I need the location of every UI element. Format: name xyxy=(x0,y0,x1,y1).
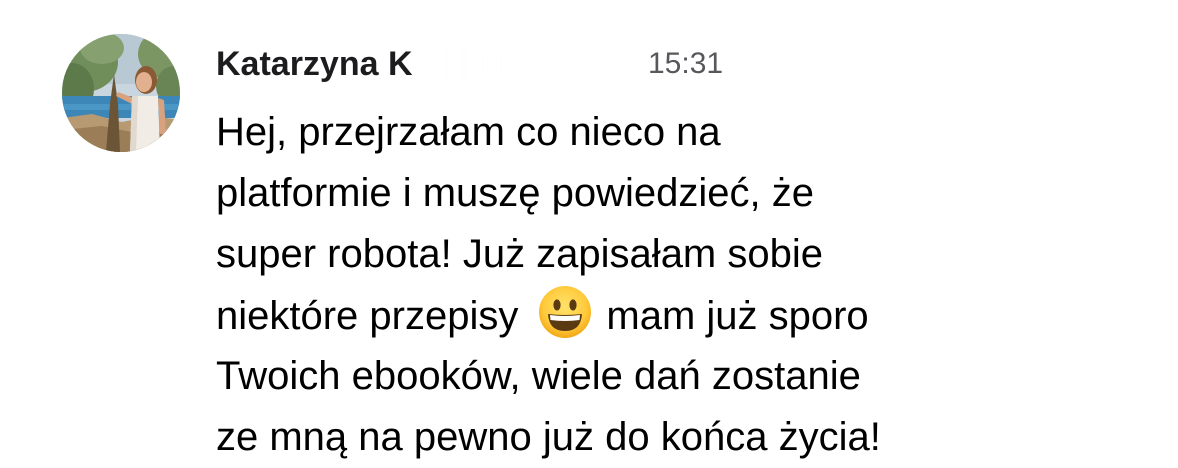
grinning-face-icon xyxy=(538,285,592,339)
avatar-photo xyxy=(62,34,180,152)
message-text-after-emoji: mam już sporo xyxy=(606,294,869,338)
message-line: Twoich ebooków, wiele dań zostanie xyxy=(216,354,861,398)
sender-name[interactable]: Katarzyna K xyxy=(216,40,413,88)
message-timestamp: 15:31 xyxy=(648,47,724,80)
message-body: Hej, przejrzałam co nieco na platformie … xyxy=(216,102,1156,468)
avatar[interactable] xyxy=(62,34,180,152)
message-line-with-emoji: niektóre przepisy mam już sporo xyxy=(216,285,1156,346)
message-line: super robota! Już zapisałam sobie xyxy=(216,232,823,276)
message-line: platformie i muszę powiedzieć, że xyxy=(216,171,815,215)
message-line: ze mną na pewno już do końca życia! xyxy=(216,415,881,459)
name-redaction xyxy=(436,46,626,82)
chat-message: Katarzyna K 15:31 Hej, przejrzałam co ni… xyxy=(0,0,1178,465)
message-line: Hej, przejrzałam co nieco na xyxy=(216,110,721,154)
message-text-before-emoji: niektóre przepisy xyxy=(216,294,519,338)
